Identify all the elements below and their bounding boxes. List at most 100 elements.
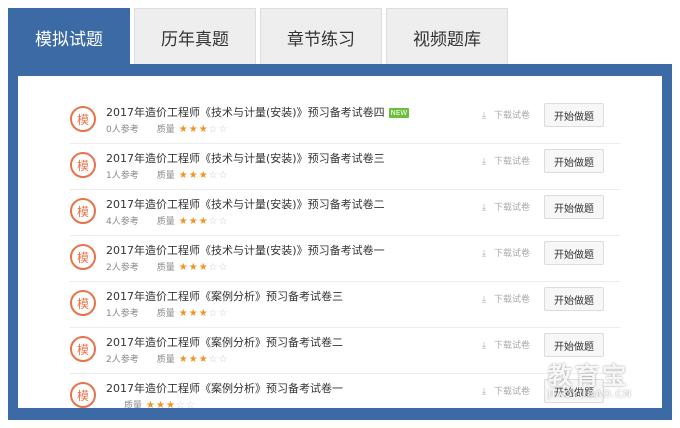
download-paper-link[interactable]: ⤓ 下载试卷	[482, 108, 530, 121]
tab-content-frame: 模 2017年造价工程师《技术与计量(安装)》预习备考试卷四 NEW 0人参考 质量 ★★…	[8, 64, 672, 420]
exam-row: 模 2017年造价工程师《案例分析》预习备考试卷一 质量 ★★★☆☆ ⤓ 下载试卷 开始做题	[70, 374, 620, 408]
download-label: 下载试卷	[494, 387, 531, 397]
quality-rating: ★★★☆☆	[179, 354, 229, 365]
star-filled-icon: ★	[188, 308, 199, 319]
exam-meta: 1人参考 质量 ★★★☆☆	[106, 306, 229, 319]
star-filled-icon: ★	[178, 354, 189, 365]
start-exam-button[interactable]: 开始做题	[544, 241, 604, 265]
exam-row: 模 2017年造价工程师《技术与计量(安装)》预习备考试卷一 2人参考 质量 ★★★☆☆…	[70, 236, 620, 282]
star-empty-icon: ☆	[185, 400, 196, 408]
star-filled-icon: ★	[178, 124, 189, 135]
start-exam-button[interactable]: 开始做题	[544, 195, 604, 219]
download-label: 下载试卷	[494, 203, 531, 213]
download-paper-link[interactable]: ⤓ 下载试卷	[482, 154, 530, 167]
participant-count: 1人参考	[106, 309, 139, 319]
exam-meta: 2人参考 质量 ★★★☆☆	[106, 352, 229, 365]
exam-title[interactable]: 2017年造价工程师《技术与计量(安装)》预习备考试卷二	[106, 196, 385, 212]
exam-meta: 质量 ★★★☆☆	[106, 398, 196, 408]
exam-row: 模 2017年造价工程师《案例分析》预习备考试卷三 1人参考 质量 ★★★☆☆ ⤓ 下载试卷…	[70, 282, 620, 328]
mock-exam-badge-icon: 模	[70, 244, 96, 270]
star-empty-icon: ☆	[208, 308, 219, 319]
star-filled-icon: ★	[146, 400, 156, 408]
mock-exam-badge-icon: 模	[70, 290, 96, 316]
download-icon: ⤓	[482, 203, 486, 213]
star-filled-icon: ★	[165, 400, 176, 408]
exam-title-text[interactable]: 2017年造价工程师《技术与计量(安装)》预习备考试卷四	[106, 106, 385, 119]
download-paper-link[interactable]: ⤓ 下载试卷	[482, 292, 530, 305]
download-icon: ⤓	[482, 249, 486, 259]
exam-title-text[interactable]: 2017年造价工程师《技术与计量(安装)》预习备考试卷一	[106, 244, 385, 257]
download-icon: ⤓	[482, 111, 486, 121]
quality-label: 质量	[156, 355, 175, 365]
star-empty-icon: ☆	[208, 262, 219, 273]
participant-count: 2人参考	[106, 263, 139, 273]
start-exam-button[interactable]: 开始做题	[544, 287, 604, 311]
exam-title[interactable]: 2017年造价工程师《技术与计量(安装)》预习备考试卷三	[106, 150, 385, 166]
exam-title-text[interactable]: 2017年造价工程师《案例分析》预习备考试卷三	[106, 290, 343, 303]
exam-list: 模 2017年造价工程师《技术与计量(安装)》预习备考试卷四 NEW 0人参考 质量 ★★…	[70, 98, 620, 408]
exam-title-text[interactable]: 2017年造价工程师《案例分析》预习备考试卷一	[106, 382, 343, 395]
start-exam-button[interactable]: 开始做题	[544, 379, 604, 403]
exam-title[interactable]: 2017年造价工程师《案例分析》预习备考试卷二	[106, 334, 343, 350]
star-empty-icon: ☆	[208, 216, 219, 227]
download-label: 下载试卷	[494, 111, 531, 121]
star-empty-icon: ☆	[218, 124, 229, 135]
tab-mock-exams[interactable]: 模拟试题	[8, 8, 130, 66]
exam-title[interactable]: 2017年造价工程师《技术与计量(安装)》预习备考试卷一	[106, 242, 385, 258]
exam-title[interactable]: 2017年造价工程师《案例分析》预习备考试卷一	[106, 380, 343, 396]
new-badge: NEW	[388, 108, 410, 118]
star-filled-icon: ★	[178, 216, 189, 227]
star-filled-icon: ★	[188, 124, 199, 135]
download-label: 下载试卷	[494, 157, 531, 167]
star-filled-icon: ★	[198, 216, 209, 227]
start-exam-button[interactable]: 开始做题	[544, 149, 604, 173]
start-exam-button[interactable]: 开始做题	[544, 103, 604, 127]
participant-count: 2人参考	[106, 355, 139, 365]
mock-exam-badge-icon: 模	[70, 198, 96, 224]
star-filled-icon: ★	[178, 262, 189, 273]
download-paper-link[interactable]: ⤓ 下载试卷	[482, 200, 530, 213]
star-filled-icon: ★	[198, 262, 209, 273]
participant-count: 0人参考	[106, 125, 139, 135]
star-filled-icon: ★	[198, 354, 209, 365]
star-empty-icon: ☆	[218, 170, 229, 181]
quality-rating: ★★★☆☆	[179, 124, 229, 135]
exam-title-text[interactable]: 2017年造价工程师《案例分析》预习备考试卷二	[106, 336, 343, 349]
download-paper-link[interactable]: ⤓ 下载试卷	[482, 246, 530, 259]
download-paper-link[interactable]: ⤓ 下载试卷	[482, 338, 530, 351]
tab-past-exams[interactable]: 历年真题	[134, 8, 256, 66]
star-filled-icon: ★	[188, 170, 199, 181]
quality-rating: ★★★☆☆	[179, 308, 229, 319]
exam-row: 模 2017年造价工程师《技术与计量(安装)》预习备考试卷二 4人参考 质量 ★★★☆☆…	[70, 190, 620, 236]
download-icon: ⤓	[482, 295, 486, 305]
star-filled-icon: ★	[178, 170, 189, 181]
tab-chapter-practice[interactable]: 章节练习	[260, 8, 382, 66]
download-paper-link[interactable]: ⤓ 下载试卷	[482, 384, 530, 397]
exam-title-text[interactable]: 2017年造价工程师《技术与计量(安装)》预习备考试卷二	[106, 198, 385, 211]
quality-label: 质量	[156, 263, 175, 273]
exam-list-panel: 模 2017年造价工程师《技术与计量(安装)》预习备考试卷四 NEW 0人参考 质量 ★★…	[18, 76, 662, 408]
download-icon: ⤓	[482, 157, 486, 167]
star-empty-icon: ☆	[208, 124, 219, 135]
participant-count: 1人参考	[106, 171, 139, 181]
mock-exam-badge-icon: 模	[70, 152, 96, 178]
exam-row: 模 2017年造价工程师《案例分析》预习备考试卷二 2人参考 质量 ★★★☆☆ ⤓ 下载试卷…	[70, 328, 620, 374]
star-filled-icon: ★	[198, 124, 209, 135]
star-filled-icon: ★	[188, 354, 199, 365]
star-filled-icon: ★	[198, 170, 209, 181]
star-filled-icon: ★	[178, 308, 189, 319]
star-empty-icon: ☆	[208, 170, 219, 181]
star-empty-icon: ☆	[175, 400, 186, 408]
start-exam-button[interactable]: 开始做题	[544, 333, 604, 357]
tab-video-bank[interactable]: 视频题库	[386, 8, 508, 66]
participant-count: 4人参考	[106, 217, 139, 227]
star-empty-icon: ☆	[218, 216, 229, 227]
quality-rating: ★★★☆☆	[146, 400, 196, 408]
star-filled-icon: ★	[188, 216, 199, 227]
exam-title-text[interactable]: 2017年造价工程师《技术与计量(安装)》预习备考试卷三	[106, 152, 385, 165]
quality-label: 质量	[156, 309, 175, 319]
exam-title[interactable]: 2017年造价工程师《案例分析》预习备考试卷三	[106, 288, 343, 304]
exam-title[interactable]: 2017年造价工程师《技术与计量(安装)》预习备考试卷四 NEW	[106, 104, 410, 120]
mock-exam-badge-icon: 模	[70, 106, 96, 132]
exam-row: 模 2017年造价工程师《技术与计量(安装)》预习备考试卷四 NEW 0人参考 质量 ★★…	[70, 98, 620, 144]
